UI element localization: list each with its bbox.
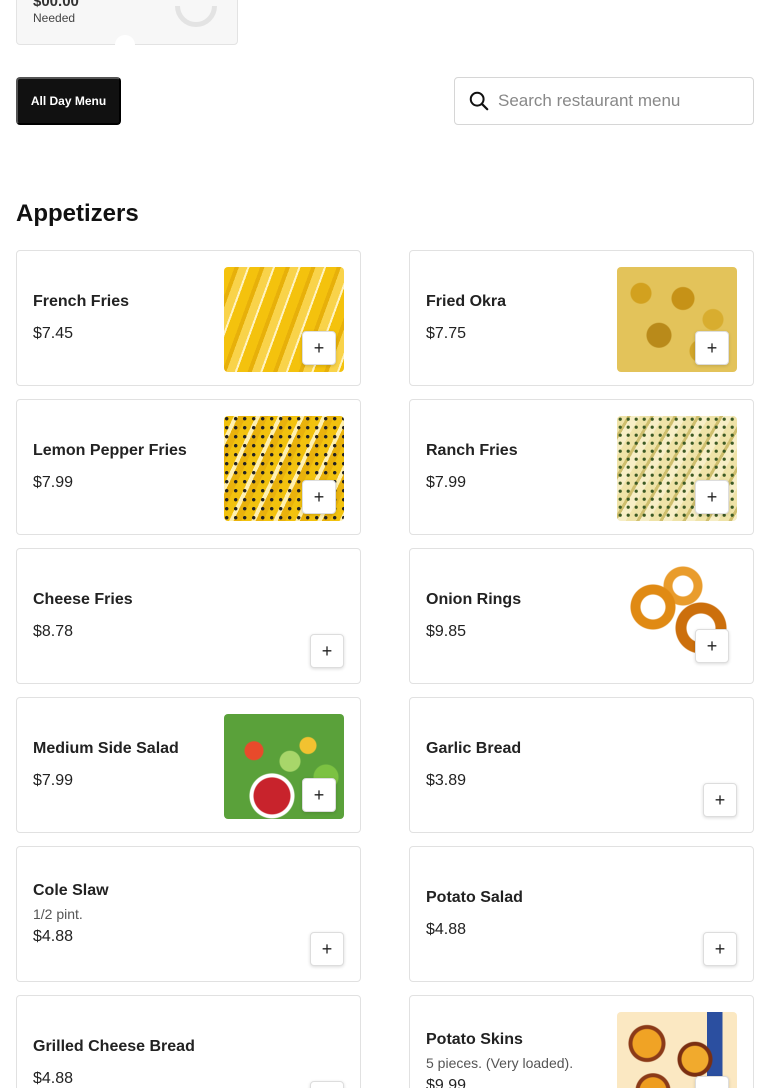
promo-notch [115, 35, 135, 55]
promo-label: Needed [33, 11, 76, 25]
all-day-menu-tab[interactable]: All Day Menu [16, 77, 121, 125]
add-item-button[interactable]: + [310, 1081, 344, 1088]
menu-item-text: Lemon Pepper Fries $7.99 [33, 400, 223, 534]
plus-icon: + [707, 1083, 718, 1088]
menu-item-card[interactable]: Fried Okra $7.75 + [409, 250, 754, 386]
plus-icon: + [706, 337, 718, 358]
search-icon [469, 91, 489, 111]
menu-item-text: Fried Okra $7.75 [426, 251, 616, 385]
add-item-button[interactable]: + [703, 783, 737, 817]
add-item-button[interactable]: + [695, 629, 729, 663]
search-box[interactable] [454, 77, 754, 125]
menu-item-name: Onion Rings [426, 591, 522, 608]
menu-item-name: Medium Side Salad [33, 740, 179, 757]
menu-item-card[interactable]: Cole Slaw 1/2 pint. $4.88 + [16, 846, 361, 982]
menu-item-card[interactable]: Potato Salad $4.88 + [409, 846, 754, 982]
menu-item-name: Cole Slaw [33, 882, 109, 899]
plus-icon: + [714, 789, 726, 810]
menu-item-text: French Fries $7.45 [33, 251, 223, 385]
plus-icon: + [706, 486, 718, 507]
progress-ring-icon [175, 6, 217, 27]
menu-item-price: $7.99 [33, 474, 74, 491]
menu-item-card[interactable]: Grilled Cheese Bread $4.88 + [16, 995, 361, 1088]
menu-item-name: Cheese Fries [33, 591, 133, 608]
menu-item-price: $4.88 [426, 921, 467, 938]
plus-icon: + [313, 784, 325, 805]
menu-item-card[interactable]: Garlic Bread $3.89 + [409, 697, 754, 833]
add-item-button[interactable]: + [703, 932, 737, 966]
menu-item-card[interactable]: Ranch Fries $7.99 + [409, 399, 754, 535]
menu-item-price: $7.99 [33, 772, 74, 789]
menu-item-text: Potato Skins 5 pieces. (Very loaded). $9.9… [426, 996, 616, 1088]
promo-amount: $00.00 [33, 0, 79, 10]
menu-item-price: $7.75 [426, 325, 467, 342]
menu-item-text: Cole Slaw 1/2 pint. $4.88 [33, 847, 223, 981]
section-title-appetizers: Appetizers [16, 200, 139, 227]
menu-item-name: Garlic Bread [426, 740, 522, 757]
menu-item-card[interactable]: French Fries $7.45 + [16, 250, 361, 386]
menu-item-name: Grilled Cheese Bread [33, 1038, 195, 1055]
menu-item-price: $7.99 [426, 474, 467, 491]
add-item-button[interactable]: + [302, 778, 336, 812]
search-input[interactable] [498, 91, 738, 111]
menu-item-name: Potato Skins [426, 1031, 523, 1048]
promo-progress-card: $00.00 Needed [16, 0, 238, 55]
menu-item-price: $3.89 [426, 772, 467, 789]
menu-item-name: Fried Okra [426, 293, 507, 310]
menu-item-name: French Fries [33, 293, 130, 310]
plus-icon: + [313, 486, 325, 507]
menu-item-name: Ranch Fries [426, 442, 518, 459]
menu-item-price: $9.85 [426, 623, 467, 640]
menu-item-text: Potato Salad $4.88 [426, 847, 616, 981]
menu-item-price: $8.78 [33, 623, 74, 640]
menu-item-text: Medium Side Salad $7.99 [33, 698, 223, 832]
plus-icon: + [321, 938, 333, 959]
menu-item-price: $4.88 [33, 1070, 74, 1087]
menu-item-text: Grilled Cheese Bread $4.88 [33, 996, 223, 1088]
menu-item-card[interactable]: Medium Side Salad $7.99 + [16, 697, 361, 833]
menu-item-price: $9.99 [426, 1077, 467, 1088]
plus-icon: + [706, 635, 718, 656]
plus-icon: + [313, 337, 325, 358]
menu-item-description: 5 pieces. (Very loaded). [426, 1055, 574, 1071]
add-item-button[interactable]: + [310, 634, 344, 668]
add-item-button[interactable]: + [302, 331, 336, 365]
plus-icon: + [714, 938, 726, 959]
menu-item-card[interactable]: Potato Skins 5 pieces. (Very loaded). $9.9… [409, 995, 754, 1088]
plus-icon: + [321, 640, 333, 661]
add-item-button[interactable]: + [310, 932, 344, 966]
add-item-button[interactable]: + [695, 331, 729, 365]
menu-item-name: Potato Salad [426, 889, 523, 906]
menu-item-card[interactable]: Lemon Pepper Fries $7.99 + [16, 399, 361, 535]
menu-item-description: 1/2 pint. [33, 906, 83, 922]
add-item-button[interactable]: + [302, 480, 336, 514]
menu-item-price: $7.45 [33, 325, 74, 342]
menu-item-price: $4.88 [33, 928, 74, 945]
add-item-button[interactable]: + [695, 480, 729, 514]
menu-item-text: Onion Rings $9.85 [426, 549, 616, 683]
menu-item-text: Ranch Fries $7.99 [426, 400, 616, 534]
menu-item-text: Garlic Bread $3.89 [426, 698, 616, 832]
menu-item-name: Lemon Pepper Fries [33, 442, 187, 459]
menu-item-grid: French Fries $7.45 + Fried Okra $7.75 + Lemon … [16, 250, 754, 1088]
add-item-button[interactable]: + [695, 1076, 729, 1088]
menu-item-text: Cheese Fries $8.78 [33, 549, 223, 683]
menu-item-card[interactable]: Onion Rings $9.85 + [409, 548, 754, 684]
menu-item-card[interactable]: Cheese Fries $8.78 + [16, 548, 361, 684]
